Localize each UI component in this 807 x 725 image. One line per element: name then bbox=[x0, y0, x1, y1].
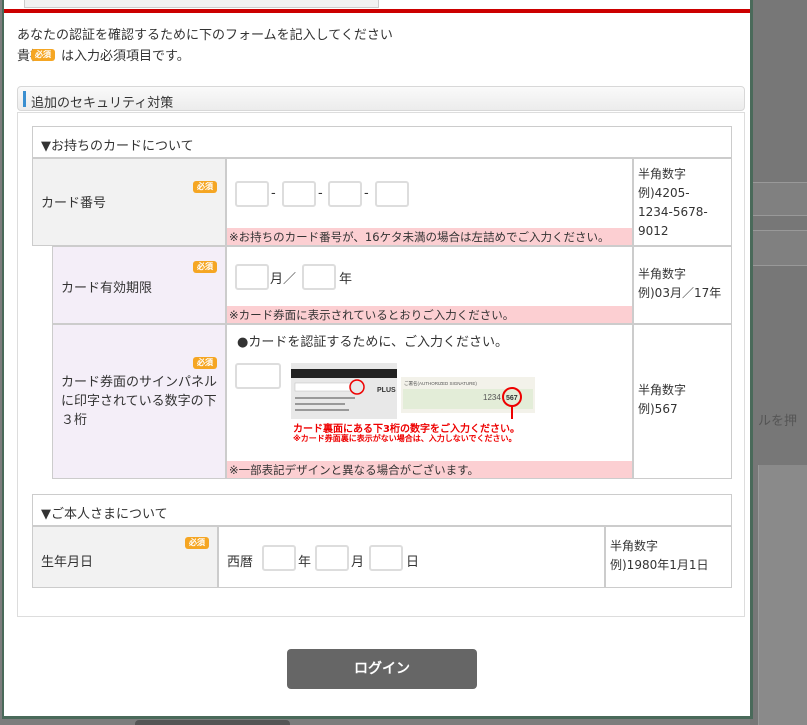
card-expiry-note: 半角数字 例)03月／17年 bbox=[633, 246, 732, 324]
birth-month-field[interactable] bbox=[315, 545, 349, 571]
card-number-label-cell: カード番号 必須 bbox=[32, 158, 226, 246]
birthdate-input-cell: 西暦 年 月 日 bbox=[218, 526, 605, 588]
security-modal: あなたの認証を確認するために下のフォームを記入してください 貴社 必須 は入力必… bbox=[2, 0, 753, 719]
birthdate-label: 生年月日 bbox=[41, 555, 94, 570]
security-code-input-cell: ●カードを認証するために、ご入力ください。 PLUS ご署名(AUTHORIZE… bbox=[226, 324, 633, 479]
svg-text:PLUS: PLUS bbox=[377, 387, 396, 394]
card-number-field-4[interactable] bbox=[375, 181, 409, 207]
required-badge: 必須 bbox=[193, 357, 217, 369]
svg-text:1234: 1234 bbox=[483, 393, 501, 402]
birth-year-field[interactable] bbox=[262, 545, 296, 571]
required-badge: 必須 bbox=[185, 537, 209, 549]
card-expiry-warning: ※カード券面に表示されているとおりご入力ください。 bbox=[227, 306, 632, 323]
svg-text:ご署名(AUTHORIZED SIGNATURE): ご署名(AUTHORIZED SIGNATURE) bbox=[404, 380, 477, 387]
security-code-label-cell: カード券面のサインパネルに印字されている数字の下３桁 必須 bbox=[52, 324, 226, 479]
background-button bbox=[135, 720, 290, 725]
required-badge: 必須 bbox=[31, 48, 55, 61]
required-badge: 必須 bbox=[193, 261, 217, 273]
card-number-warning: ※お持ちのカード番号が、16ケタ未満の場合は左詰めでご入力ください。 bbox=[227, 228, 632, 245]
expiry-year-field[interactable] bbox=[302, 264, 336, 290]
card-number-field-1[interactable] bbox=[235, 181, 269, 207]
card-expiry-label-cell: カード有効期限 必須 bbox=[52, 246, 226, 324]
card-number-note: 半角数字 例)4205- 1234-5678- 9012 bbox=[633, 158, 732, 246]
required-note-text: は入力必須項目です。 bbox=[61, 49, 190, 64]
required-note: 貴社 必須 は入力必須項目です。 bbox=[17, 45, 190, 64]
security-code-instruction: ●カードを認証するために、ご入力ください。 bbox=[237, 335, 508, 350]
security-code-warning: ※一部表記デザインと異なる場合がございます。 bbox=[227, 461, 632, 478]
modal-top-bar bbox=[4, 0, 750, 14]
birth-day-field[interactable] bbox=[369, 545, 403, 571]
form-container: ▼お持ちのカードについて カード番号 必須 - - - ※お持ちのカード番号が、… bbox=[17, 112, 745, 617]
expiry-month-suffix: 月／ bbox=[270, 272, 297, 287]
background-text: ルを押 bbox=[758, 414, 798, 429]
person-group-heading: ▼ご本人さまについて bbox=[32, 494, 732, 526]
security-code-subcaption: ※カード券面裏に表示がない場合は、入力しないでください。 bbox=[293, 434, 517, 443]
security-code-note: 半角数字 例)567 bbox=[633, 324, 732, 479]
expiry-month-field[interactable] bbox=[235, 264, 269, 290]
section-title: 追加のセキュリティ対策 bbox=[31, 96, 174, 111]
card-number-field-2[interactable] bbox=[282, 181, 316, 207]
background-input-2 bbox=[752, 230, 807, 266]
birth-day-suffix: 日 bbox=[406, 555, 420, 570]
birth-year-suffix: 年 bbox=[298, 555, 312, 570]
birthdate-note: 半角数字 例)1980年1月1日 bbox=[605, 526, 732, 588]
modal-accent-line bbox=[4, 9, 750, 13]
login-button[interactable]: ログイン bbox=[287, 649, 477, 689]
card-number-separator: - bbox=[318, 186, 323, 201]
card-expiry-label: カード有効期限 bbox=[61, 281, 153, 296]
security-code-field[interactable] bbox=[235, 363, 281, 389]
section-header-bar bbox=[23, 91, 26, 107]
card-number-input-cell: - - - ※お持ちのカード番号が、16ケタ未満の場合は左詰めでご入力ください。 bbox=[226, 158, 633, 246]
card-number-separator: - bbox=[271, 186, 276, 201]
card-number-separator: - bbox=[364, 186, 369, 201]
section-header: 追加のセキュリティ対策 bbox=[17, 86, 745, 111]
card-number-field-3[interactable] bbox=[328, 181, 362, 207]
card-expiry-input-cell: 月／ 年 ※カード券面に表示されているとおりご入力ください。 bbox=[226, 246, 633, 324]
card-group-heading: ▼お持ちのカードについて bbox=[32, 126, 732, 158]
birthdate-era: 西暦 bbox=[227, 555, 254, 570]
birthdate-label-cell: 生年月日 必須 bbox=[32, 526, 218, 588]
birth-month-suffix: 月 bbox=[351, 555, 365, 570]
card-number-label: カード番号 bbox=[41, 196, 107, 211]
security-code-label: カード券面のサインパネルに印字されている数字の下３桁 bbox=[61, 375, 218, 428]
expiry-year-suffix: 年 bbox=[339, 272, 353, 287]
background-panel bbox=[758, 465, 807, 725]
modal-tab bbox=[24, 0, 379, 8]
intro-text: あなたの認証を確認するために下のフォームを記入してください bbox=[17, 28, 393, 43]
required-badge: 必須 bbox=[193, 181, 217, 193]
background-input-1 bbox=[752, 182, 807, 216]
svg-text:567: 567 bbox=[506, 395, 518, 402]
